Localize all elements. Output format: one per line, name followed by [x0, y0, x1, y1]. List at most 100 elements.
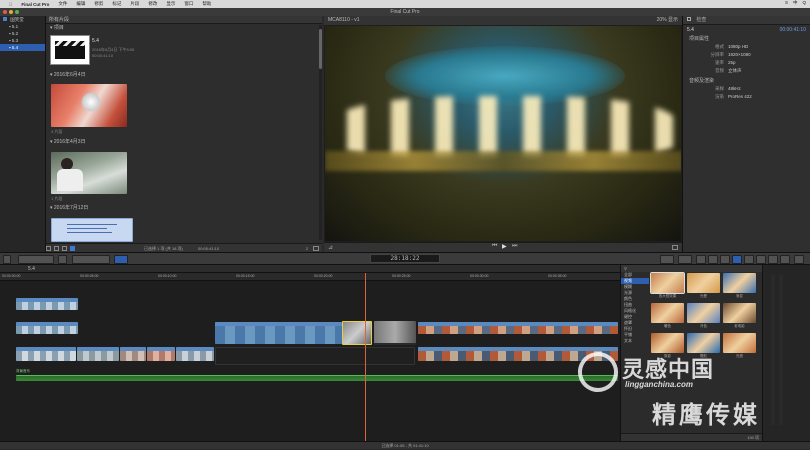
next-frame-icon[interactable]: ⏭: [512, 243, 517, 250]
clip-thumbnail[interactable]: [51, 84, 127, 127]
minimize-window-icon[interactable]: [9, 10, 13, 14]
effects-search-icon[interactable]: ⚲: [624, 266, 627, 271]
generators-browser-icon[interactable]: [768, 255, 778, 264]
audio-clip[interactable]: [16, 375, 618, 381]
effect-thumbnail[interactable]: [651, 333, 684, 353]
menu-item-clip[interactable]: 片段: [130, 1, 139, 7]
fullscreen-icon[interactable]: [672, 245, 678, 250]
timeline-clip[interactable]: [16, 298, 78, 310]
clip-thumbnail-document[interactable]: [51, 218, 133, 242]
keyword-icon[interactable]: [58, 255, 67, 264]
project-thumbnail[interactable]: [50, 35, 90, 65]
inspector-row: 采样 48kHz: [683, 85, 810, 93]
storyline-gap[interactable]: [215, 347, 415, 365]
apple-icon[interactable]: : [9, 2, 12, 7]
transitions-browser-icon[interactable]: [744, 255, 754, 264]
edit-mode-buttons[interactable]: [72, 255, 110, 264]
effect-thumbnail[interactable]: [650, 272, 685, 294]
storyline-clip[interactable]: [16, 347, 76, 361]
clip-thumbnail[interactable]: [51, 152, 127, 194]
clip-view-icon[interactable]: [70, 246, 75, 251]
zoom-count: 2: [305, 246, 308, 251]
effect-thumbnail[interactable]: [687, 303, 720, 323]
previous-frame-icon[interactable]: ⏮: [492, 243, 497, 250]
toggle-libraries-icon[interactable]: [46, 246, 51, 251]
video-frame[interactable]: [325, 26, 681, 241]
photos-browser-icon[interactable]: [708, 255, 718, 264]
effect-thumbnail[interactable]: [687, 273, 720, 293]
effect-thumbnail[interactable]: [723, 303, 756, 323]
view-menu[interactable]: 显示: [668, 17, 678, 23]
timeline-clip[interactable]: [16, 322, 78, 334]
effects-category[interactable]: 文本: [621, 338, 649, 344]
browser-group-header[interactable]: ▾ 项目: [46, 24, 322, 32]
import-button-group[interactable]: [18, 255, 54, 264]
audio-skimming-icon[interactable]: [660, 255, 674, 264]
menu-item-modify[interactable]: 修改: [148, 1, 157, 7]
menu-item-trim[interactable]: 修剪: [94, 1, 103, 7]
scroll-thumb[interactable]: [319, 29, 322, 69]
storyline-clip[interactable]: [147, 347, 175, 361]
storyline-clip[interactable]: [77, 347, 119, 361]
viewer-zoom[interactable]: 20% 显示: [657, 16, 678, 25]
status-item-s[interactable]: S: [785, 0, 788, 6]
menu-item-view[interactable]: 显示: [166, 1, 175, 7]
library-root[interactable]: 国笑堂: [0, 16, 45, 23]
timeline-clip[interactable]: [215, 322, 342, 344]
effect-thumbnail[interactable]: [723, 333, 756, 353]
storyline-clip[interactable]: [120, 347, 146, 361]
music-browser-icon[interactable]: [720, 255, 730, 264]
inspector-value[interactable]: 1920×1080: [728, 51, 751, 59]
music-icon[interactable]: [62, 246, 67, 251]
inspector-value[interactable]: 48kHz: [728, 85, 741, 93]
menu-item-app[interactable]: Final Cut Pro: [21, 2, 49, 7]
dashboard-timecode[interactable]: 28:18:22: [370, 254, 440, 263]
library-event-item[interactable]: ▪ 5.3: [0, 37, 45, 44]
viewer-options-icon[interactable]: ⊿: [328, 244, 333, 251]
playhead[interactable]: [365, 273, 366, 441]
effect-thumbnail[interactable]: [651, 303, 684, 323]
timeline-ruler[interactable]: 00:00:00:00 00:00:05:00 00:00:10:00 00:0…: [0, 273, 620, 281]
info-icon[interactable]: [687, 17, 691, 21]
themes-browser-icon[interactable]: [780, 255, 790, 264]
library-event-item-selected[interactable]: ▪ 5.4: [0, 44, 45, 51]
storyline-clip[interactable]: [176, 347, 214, 361]
inspector-value[interactable]: 立体声: [728, 67, 742, 75]
inspector-value[interactable]: 1080p HD: [728, 43, 748, 51]
list-view-icon[interactable]: [313, 246, 319, 251]
browser-filter-label[interactable]: 所有片段: [49, 17, 69, 23]
effects-browser-icon[interactable]: [732, 255, 742, 264]
microphone-icon[interactable]: [3, 255, 11, 264]
status-item-q[interactable]: Q: [802, 0, 806, 6]
effect-label: 放大镜效果: [658, 294, 677, 298]
menu-item-help[interactable]: 帮助: [202, 1, 211, 7]
status-item-input[interactable]: 中: [793, 0, 798, 6]
effect-thumbnail[interactable]: [687, 333, 720, 353]
menu-item-window[interactable]: 窗口: [184, 1, 193, 7]
browser-scrollbar[interactable]: [319, 25, 322, 240]
library-event-item[interactable]: ▪ 5.1: [0, 23, 45, 30]
status-bar: 已选择 01:05 - 共 01:41:10: [0, 441, 810, 449]
color-board-icon[interactable]: [696, 255, 706, 264]
menu-item-mark[interactable]: 标记: [112, 1, 121, 7]
share-icon[interactable]: [794, 255, 804, 264]
effect-thumbnail[interactable]: [723, 273, 756, 293]
menu-item-file[interactable]: 文件: [58, 1, 67, 7]
browser-group-header[interactable]: ▾ 2016年7月12日: [46, 204, 88, 212]
timeline-clip-selected[interactable]: [342, 321, 372, 345]
timeline-clip[interactable]: [374, 321, 416, 345]
titles-browser-icon[interactable]: [756, 255, 766, 264]
timeline-clip[interactable]: [418, 322, 618, 334]
snapping-icon[interactable]: [678, 255, 692, 264]
play-icon[interactable]: ▶: [502, 243, 507, 250]
browser-group-header[interactable]: ▾ 2016年6月4日: [46, 71, 86, 79]
menu-item-edit[interactable]: 编辑: [76, 1, 85, 7]
photos-icon[interactable]: [54, 246, 59, 251]
select-tool-icon[interactable]: [114, 255, 128, 264]
browser-group-header[interactable]: ▾ 2016年4月3日: [46, 138, 86, 146]
inspector-value[interactable]: 25p: [728, 59, 736, 67]
close-window-icon[interactable]: [3, 10, 7, 14]
library-event-item[interactable]: ▪ 5.2: [0, 30, 45, 37]
inspector-value[interactable]: ProRes 422: [728, 93, 752, 101]
zoom-window-icon[interactable]: [15, 10, 19, 14]
